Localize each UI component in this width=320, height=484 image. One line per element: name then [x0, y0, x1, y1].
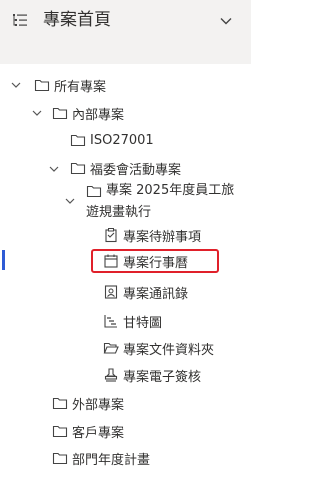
- folder-icon: [52, 425, 68, 438]
- chevron-down-icon[interactable]: [11, 80, 21, 90]
- chevron-down-icon[interactable]: [49, 164, 59, 174]
- tree-item-label: 所有專案: [54, 79, 107, 95]
- tree-item-welfare-committee[interactable]: 福委會活動專案: [70, 155, 181, 181]
- tree-item-label: 部門年度計畫: [72, 452, 151, 468]
- folder-icon: [70, 162, 86, 175]
- tree-item-label: 內部專案: [72, 107, 125, 123]
- page-title: 專案首頁: [43, 10, 111, 30]
- tree-item-all-projects[interactable]: 所有專案: [34, 72, 106, 98]
- tree-item-label: 專案通訊錄: [123, 286, 189, 302]
- folder-icon: [52, 397, 68, 410]
- calendar-icon: [104, 254, 118, 268]
- chevron-down-icon[interactable]: [32, 108, 42, 118]
- tree-item-contacts[interactable]: 專案通訊錄: [103, 279, 188, 305]
- folder-icon: [34, 79, 50, 92]
- tree-item-label: 專案行事曆: [123, 255, 189, 271]
- chevron-down-icon[interactable]: [219, 14, 233, 28]
- tree-item-label: 專案待辦事項: [123, 229, 202, 245]
- contact-card-icon: [104, 285, 118, 299]
- tree-item-label: 專案電子簽核: [123, 369, 202, 385]
- folder-icon: [52, 452, 68, 465]
- tree-item-label: 專案文件資料夾: [123, 342, 215, 358]
- stamp-icon: [104, 368, 118, 382]
- tree-item-label: 甘特圖: [123, 315, 163, 331]
- tree-item-documents[interactable]: 專案文件資料夾: [103, 335, 214, 361]
- tree-item-customer-projects[interactable]: 客戶專案: [52, 418, 124, 444]
- tree-item-internal-projects[interactable]: 內部專案: [52, 100, 124, 126]
- folder-icon: [86, 185, 102, 198]
- tree-item-gantt[interactable]: 甘特圖: [103, 308, 162, 334]
- tree-list-icon: [13, 14, 27, 26]
- selection-marker: [2, 250, 5, 270]
- gantt-chart-icon: [104, 315, 117, 328]
- folder-icon: [70, 134, 86, 147]
- tree-item-label: 福委會活動專案: [90, 162, 182, 178]
- tree-item-2025-travel-line2[interactable]: 遊規畫執行: [86, 203, 151, 222]
- tree-item-external-projects[interactable]: 外部專案: [52, 390, 124, 416]
- panel-header: 專案首頁: [0, 0, 251, 64]
- tree-item-label: 客戶專案: [72, 425, 125, 441]
- chevron-down-icon[interactable]: [65, 196, 75, 206]
- tree-item-label: ISO27001: [90, 132, 154, 148]
- tree-item-calendar[interactable]: 專案行事曆: [103, 248, 188, 274]
- tree-item-department-annual-plan[interactable]: 部門年度計畫: [52, 445, 150, 471]
- tree-item-label: 外部專案: [72, 397, 125, 413]
- tree-item-iso27001[interactable]: ISO27001: [70, 127, 154, 153]
- tree-item-2025-travel-line1[interactable]: 專案 2025年度員工旅: [106, 181, 234, 200]
- tree-item-todo[interactable]: 專案待辦事項: [103, 222, 201, 248]
- clipboard-icon: [105, 228, 117, 243]
- open-folder-icon: [103, 342, 119, 354]
- tree-item-e-signoff[interactable]: 專案電子簽核: [103, 362, 201, 388]
- folder-icon: [52, 107, 68, 120]
